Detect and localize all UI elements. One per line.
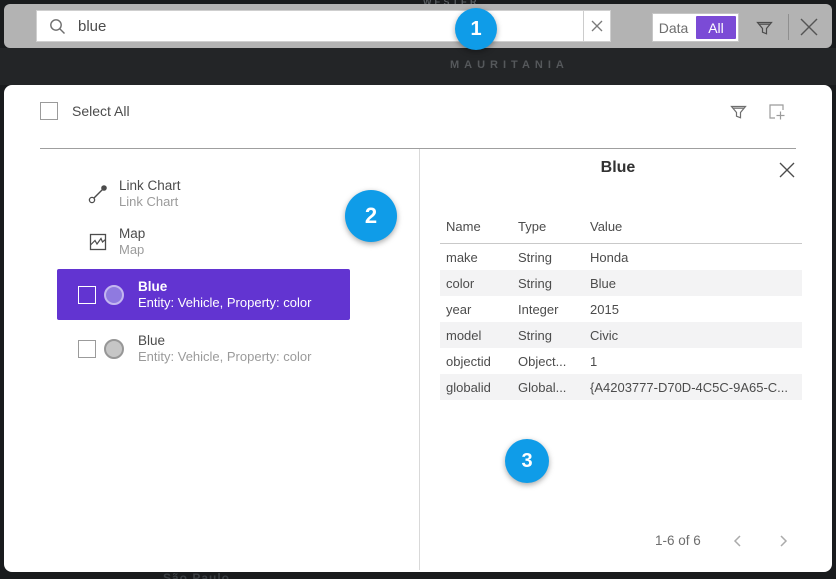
table-row: color String Blue — [440, 270, 802, 296]
table-row: make String Honda — [440, 244, 802, 271]
search-clear-button[interactable] — [583, 11, 610, 41]
cell-name: color — [440, 270, 512, 296]
result-subtitle: Entity: Vehicle, Property: color — [138, 295, 311, 311]
cell-type: String — [512, 244, 584, 271]
toggle-all-button[interactable]: All — [696, 16, 736, 39]
cell-type: Integer — [512, 296, 584, 322]
result-checkbox[interactable] — [78, 340, 96, 358]
table-header-row: Name Type Value — [440, 213, 802, 244]
cell-type: Object... — [512, 348, 584, 374]
entity-dot-icon — [104, 339, 124, 359]
cell-type: Global... — [512, 374, 584, 400]
cell-value: Blue — [584, 270, 802, 296]
cell-value: Honda — [584, 244, 802, 271]
result-title: Blue — [138, 333, 311, 349]
screen: WESTER MAURITANIA São Paulo Data All — [0, 0, 836, 579]
add-item-icon[interactable] — [766, 101, 787, 122]
column-divider — [419, 149, 420, 570]
cell-value: {A4203777-D70D-4C5C-9A65-C... — [584, 374, 802, 400]
chevron-right-icon[interactable] — [776, 533, 790, 549]
table-row: model String Civic — [440, 322, 802, 348]
result-subtitle: Link Chart — [119, 194, 181, 210]
column-header: Name — [440, 213, 512, 244]
annotation-badge-3: 3 — [505, 439, 549, 483]
result-item-blue-selected[interactable]: Blue Entity: Vehicle, Property: color — [57, 269, 350, 320]
result-item-link-chart[interactable]: Link Chart Link Chart — [87, 178, 181, 210]
map-label-sao-paulo: São Paulo — [163, 571, 230, 579]
chevron-left-icon[interactable] — [731, 533, 745, 549]
detail-close-icon[interactable] — [778, 161, 796, 179]
cell-type: String — [512, 322, 584, 348]
toggle-data-button[interactable]: Data — [653, 14, 694, 41]
annotation-badge-1: 1 — [455, 8, 497, 50]
map-background: MAURITANIA — [0, 48, 836, 85]
select-all-checkbox[interactable] — [40, 102, 58, 120]
table-row: year Integer 2015 — [440, 296, 802, 322]
annotation-badge-2: 2 — [345, 190, 397, 242]
column-header: Value — [584, 213, 802, 244]
map-icon — [87, 231, 109, 253]
table-row: globalid Global... {A4203777-D70D-4C5C-9… — [440, 374, 802, 400]
cell-name: model — [440, 322, 512, 348]
result-title: Link Chart — [119, 178, 181, 194]
entity-dot-icon — [104, 285, 124, 305]
filter-icon[interactable] — [754, 17, 775, 38]
cell-name: make — [440, 244, 512, 271]
scope-toggle: Data All — [652, 13, 739, 42]
toolbar-divider — [788, 14, 789, 40]
column-header: Type — [512, 213, 584, 244]
close-search-icon[interactable] — [796, 14, 822, 40]
result-item-blue[interactable]: Blue Entity: Vehicle, Property: color — [57, 326, 350, 371]
cell-value: 1 — [584, 348, 802, 374]
select-all-label: Select All — [72, 103, 130, 119]
map-label-mauritania: MAURITANIA — [450, 59, 569, 71]
result-title: Map — [119, 226, 145, 242]
pagination: 1-6 of 6 — [423, 530, 813, 554]
select-all-row: Select All — [40, 102, 130, 120]
result-subtitle: Entity: Vehicle, Property: color — [138, 349, 311, 365]
results-filter-icon[interactable] — [728, 101, 749, 122]
table-row: objectid Object... 1 — [440, 348, 802, 374]
search-box[interactable] — [36, 10, 611, 42]
pagination-label: 1-6 of 6 — [655, 533, 701, 548]
result-item-map[interactable]: Map Map — [87, 226, 145, 258]
link-chart-icon — [87, 183, 109, 205]
search-input[interactable] — [76, 17, 583, 36]
detail-title: Blue — [423, 159, 813, 177]
result-title: Blue — [138, 279, 311, 295]
cell-value: 2015 — [584, 296, 802, 322]
cell-name: year — [440, 296, 512, 322]
cell-value: Civic — [584, 322, 802, 348]
cell-type: String — [512, 270, 584, 296]
search-toolbar: Data All — [4, 4, 832, 48]
cell-name: globalid — [440, 374, 512, 400]
cell-name: objectid — [440, 348, 512, 374]
search-results-panel: Select All Link Chart Link Chart Map — [4, 85, 832, 572]
panel-divider — [40, 148, 796, 149]
result-checkbox[interactable] — [78, 286, 96, 304]
result-subtitle: Map — [119, 242, 145, 258]
search-icon — [49, 18, 66, 35]
attribute-table: Name Type Value make String Honda color … — [440, 213, 802, 400]
